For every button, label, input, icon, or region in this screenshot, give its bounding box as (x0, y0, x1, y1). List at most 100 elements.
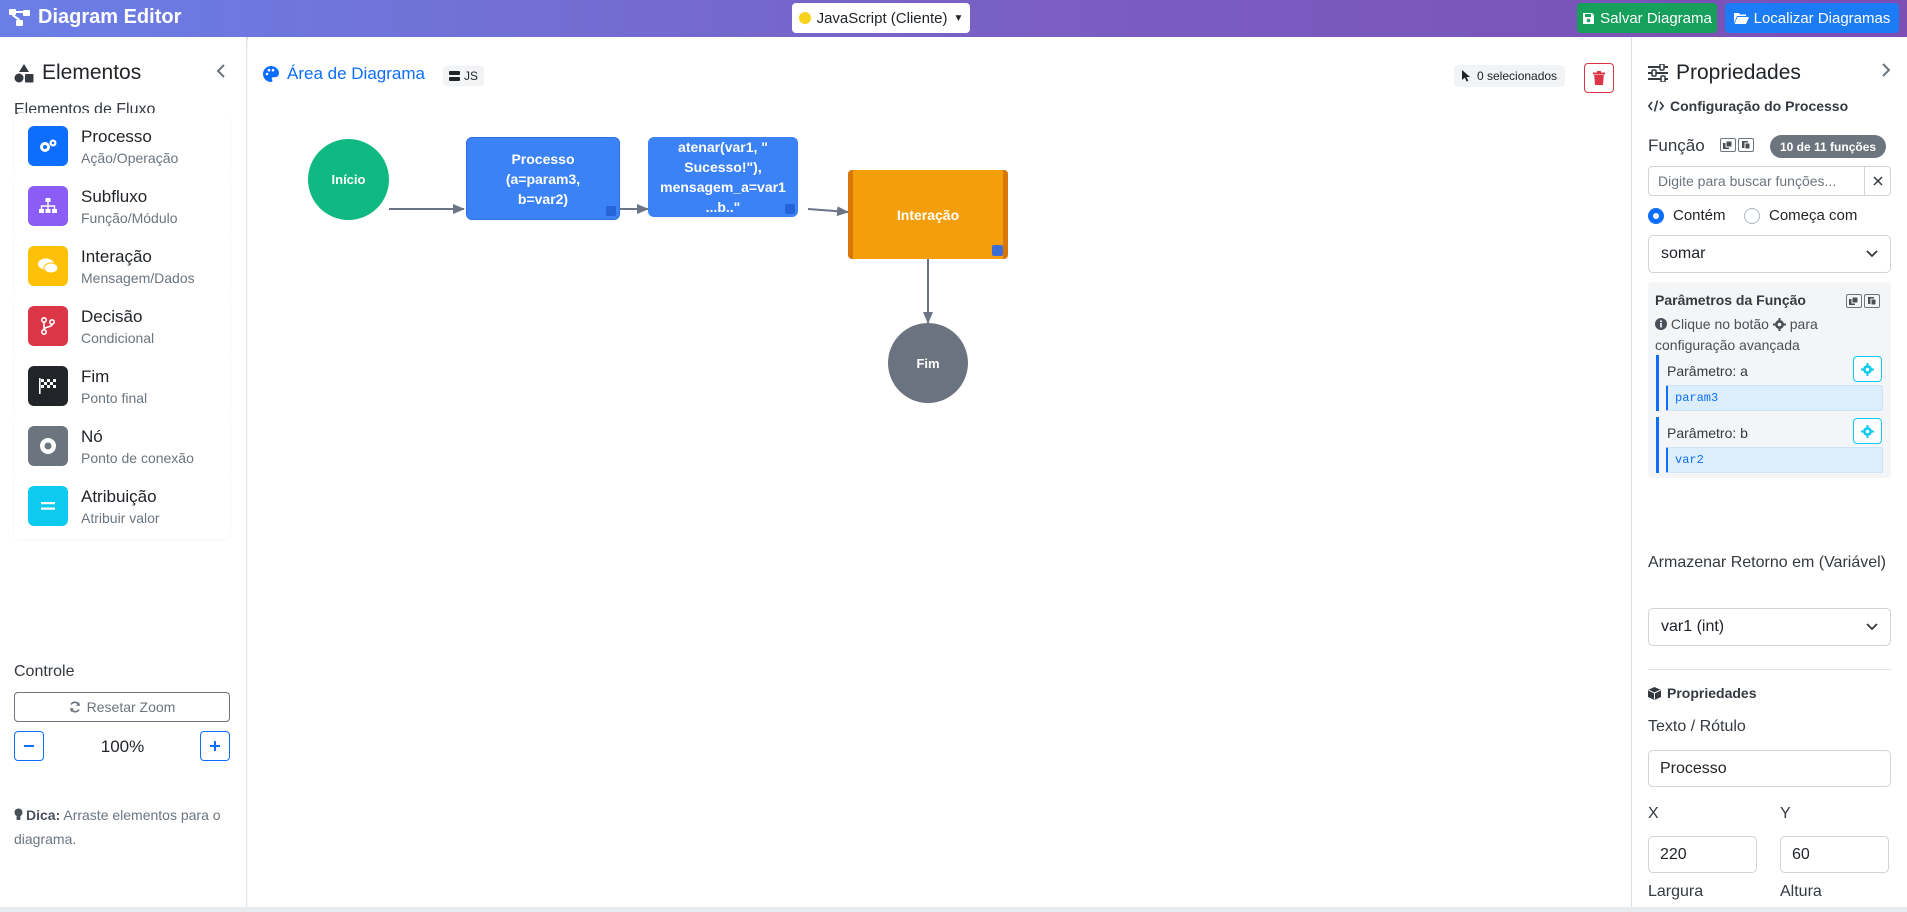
element-item-4[interactable]: Fim Ponto final (14, 353, 230, 419)
save-diagram-button[interactable]: Salvar Diagrama (1577, 3, 1717, 33)
close-icon (1872, 176, 1883, 186)
diagram-area[interactable]: Área de Diagrama JS 0 selecionados Iníci… (248, 37, 1631, 907)
function-copy-buttons (1720, 138, 1754, 152)
function-select[interactable]: somar (1648, 235, 1891, 273)
minus-icon (24, 745, 34, 747)
floppy-disk-icon (1583, 12, 1595, 24)
shapes-icon (14, 63, 34, 82)
plus-icon (210, 741, 220, 751)
window-bottom-edge (0, 907, 1907, 912)
param-value[interactable]: param3 (1666, 385, 1883, 411)
node-text-line: Sucesso!"), (684, 159, 762, 175)
copy-icon[interactable] (1846, 294, 1862, 308)
element-name: Fim (81, 366, 110, 386)
node-inicio[interactable]: Início (308, 139, 389, 220)
element-name: Decisão (81, 306, 143, 326)
width-caption: Largura (1648, 883, 1704, 900)
copy-icon[interactable] (1720, 138, 1736, 152)
element-name: Processo (81, 126, 152, 146)
radio-contains[interactable]: Contém (1648, 207, 1726, 224)
element-item-0[interactable]: Processo Ação/Operação (14, 113, 230, 179)
language-dropdown[interactable]: JavaScript (Cliente) ▼ (792, 3, 970, 33)
element-name: Subfluxo (81, 186, 148, 206)
text-label-caption: Texto / Rótulo (1648, 718, 1746, 735)
brand[interactable]: Diagram Editor (9, 6, 181, 29)
reset-zoom-button[interactable]: Resetar Zoom (14, 692, 230, 722)
return-variable-select[interactable]: var1 (int) (1648, 608, 1891, 646)
gear-icon (1861, 424, 1874, 438)
folder-open-icon (1733, 13, 1749, 24)
function-search-input[interactable] (1649, 167, 1864, 195)
gears-icon (28, 126, 68, 166)
element-name: Atribuição (81, 486, 157, 506)
tip-text: Dica: Arraste elementos para o diagrama. (14, 807, 221, 847)
resize-handle[interactable] (606, 206, 616, 216)
node-processo-2[interactable]: (mensagem=concatenar(var1, "Sucesso!"),m… (648, 137, 798, 217)
language-status-dot (798, 12, 811, 24)
function-label: Função (1648, 136, 1705, 155)
gear-icon (1861, 362, 1874, 376)
node-interacao[interactable]: Interação (848, 170, 1008, 259)
param-config-button[interactable] (1853, 356, 1882, 382)
text-label-input[interactable] (1648, 750, 1891, 787)
element-description: Atribuir valor (81, 509, 160, 526)
element-item-5[interactable]: Nó Ponto de conexão (14, 413, 230, 479)
zoom-level: 100% (100, 737, 145, 756)
code-branch-icon (28, 306, 68, 346)
clear-search-button[interactable] (1864, 167, 1890, 195)
resize-handle[interactable] (992, 245, 1003, 256)
comments-icon (28, 246, 68, 286)
param-config-button[interactable] (1853, 418, 1882, 444)
resize-handle[interactable] (785, 204, 795, 214)
param-label: Parâmetro: a (1667, 363, 1748, 379)
node-processo[interactable]: Processo (a=param3, b=var2) (466, 137, 620, 220)
radio-starts-control[interactable] (1744, 207, 1760, 224)
x-caption: X (1648, 805, 1659, 822)
element-item-2[interactable]: Interação Mensagem/Dados (14, 233, 230, 299)
param-block: Parâmetro: b var2 (1656, 417, 1885, 473)
radio-starts-with[interactable]: Começa com (1744, 207, 1857, 224)
zoom-out-button[interactable] (14, 731, 44, 761)
collapse-left-chevron-icon[interactable] (216, 64, 226, 83)
properties-title: Propriedades (1648, 61, 1801, 85)
radio-contains-control[interactable] (1648, 207, 1664, 224)
properties-subheading: Propriedades (1648, 685, 1756, 701)
gear-icon (1772, 318, 1786, 331)
elements-title: Elementos (14, 61, 141, 85)
node-text-line: ...b.." (705, 199, 741, 215)
y-caption: Y (1780, 805, 1791, 822)
properties-panel: Propriedades Configuração do Processo Fu… (1631, 37, 1907, 912)
collapse-right-chevron-icon[interactable] (1881, 63, 1891, 82)
x-input[interactable] (1648, 836, 1757, 873)
code-icon (1648, 100, 1664, 112)
element-item-3[interactable]: Decisão Condicional (14, 293, 230, 359)
param-value[interactable]: var2 (1666, 447, 1883, 473)
element-name: Nó (81, 426, 103, 446)
diagram-connections (389, 204, 933, 324)
return-variable-label: Armazenar Retorno em (Variável) (1648, 554, 1887, 571)
edge-processo2-interacao[interactable] (807, 206, 849, 217)
paste-icon[interactable] (1864, 294, 1880, 308)
element-description: Função/Módulo (81, 209, 178, 226)
paste-icon[interactable] (1738, 138, 1754, 152)
chevron-down-icon (1866, 623, 1878, 631)
sync-icon (69, 701, 80, 713)
zoom-in-button[interactable] (200, 731, 230, 761)
y-input[interactable] (1780, 836, 1889, 873)
sliders-icon (1648, 64, 1668, 82)
params-info: Clique no botão para configuração avança… (1655, 316, 1818, 353)
node-text-line: mensagem_a=var1 (660, 179, 786, 195)
element-description: Condicional (81, 329, 155, 346)
divider (1648, 669, 1891, 670)
element-item-1[interactable]: Subfluxo Função/Módulo (14, 173, 230, 239)
function-count-badge: 10 de 11 funções (1770, 135, 1887, 158)
element-item-6[interactable]: Atribuição Atribuir valor (14, 473, 230, 539)
find-diagrams-button[interactable]: Localizar Diagramas (1725, 3, 1899, 33)
brand-title: Diagram Editor (38, 6, 182, 28)
function-search (1648, 166, 1891, 196)
param-label: Parâmetro: b (1667, 425, 1748, 441)
language-label: JavaScript (Cliente) (816, 9, 948, 27)
node-fim[interactable]: Fim (888, 323, 968, 403)
param-block: Parâmetro: a param3 (1656, 355, 1885, 411)
top-navbar: Diagram Editor JavaScript (Cliente) ▼ Sa… (0, 0, 1907, 37)
